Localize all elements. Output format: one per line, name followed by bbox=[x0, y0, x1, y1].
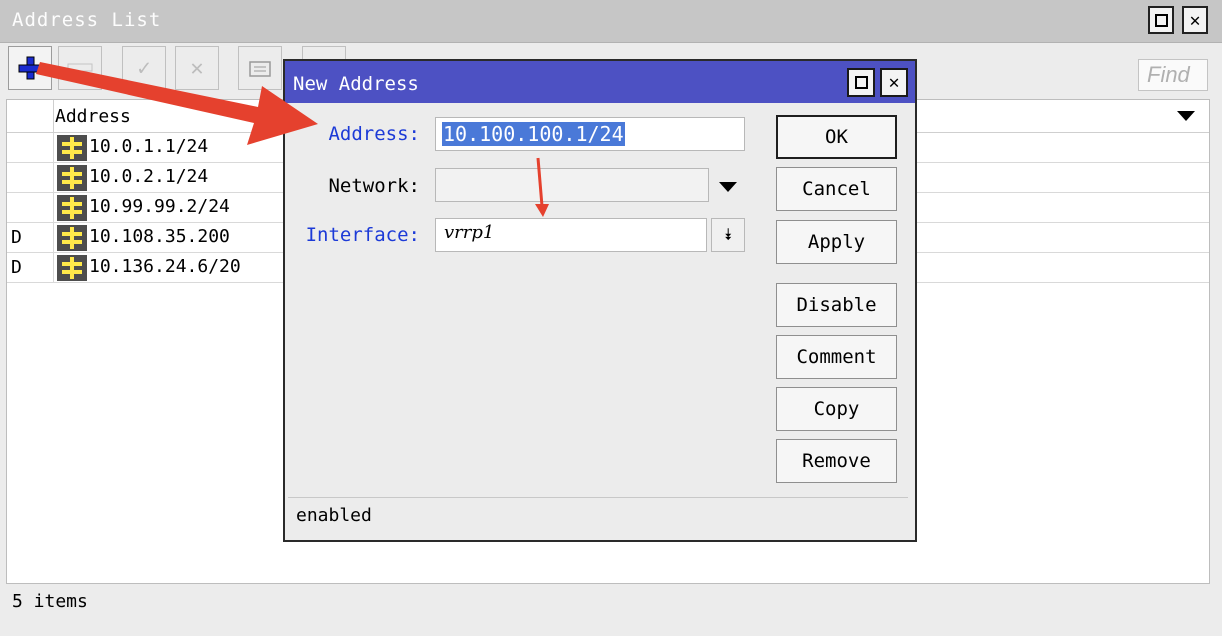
disable-button[interactable]: ✕ bbox=[175, 46, 219, 90]
remove-button[interactable] bbox=[58, 46, 102, 90]
add-button[interactable] bbox=[8, 46, 52, 90]
interface-value: vrrp1 bbox=[444, 222, 495, 243]
address-cell: 10.0.2.1/24 bbox=[89, 166, 209, 187]
column-separator bbox=[53, 193, 54, 222]
apply-button[interactable]: Apply bbox=[776, 220, 897, 264]
address-cell: 10.0.1.1/24 bbox=[89, 136, 209, 157]
row-flag: D bbox=[11, 257, 22, 278]
interface-dropdown-button[interactable]: ⯯ bbox=[711, 218, 745, 252]
address-column-header[interactable]: Address bbox=[55, 106, 131, 127]
flag-column-header[interactable] bbox=[7, 100, 54, 132]
dialog-status: enabled bbox=[296, 505, 372, 526]
ok-button[interactable]: OK bbox=[776, 115, 897, 159]
remove-button[interactable]: Remove bbox=[776, 439, 897, 483]
address-icon bbox=[57, 255, 87, 281]
comment-button[interactable]: Comment bbox=[776, 335, 897, 379]
window-title: Address List bbox=[12, 9, 162, 31]
network-dropdown-icon[interactable] bbox=[719, 182, 737, 192]
disable-button[interactable]: Disable bbox=[776, 283, 897, 327]
dialog-status-bar: enabled bbox=[288, 497, 908, 535]
arrow-down-bar-icon: ⯯ bbox=[723, 225, 733, 244]
dialog-maximize-button[interactable] bbox=[847, 68, 875, 97]
row-flag: D bbox=[11, 227, 22, 248]
address-value: 10.100.100.1/24 bbox=[442, 122, 625, 146]
maximize-icon bbox=[1154, 13, 1168, 27]
interface-label: Interface: bbox=[305, 224, 420, 246]
address-icon bbox=[57, 195, 87, 221]
address-icon bbox=[57, 165, 87, 191]
cancel-button[interactable]: Cancel bbox=[776, 167, 897, 211]
find-input[interactable]: Find bbox=[1138, 59, 1208, 91]
address-cell: 10.136.24.6/20 bbox=[89, 256, 241, 277]
close-icon: ✕ bbox=[888, 72, 900, 93]
column-separator bbox=[53, 253, 54, 282]
maximize-button[interactable] bbox=[1148, 6, 1174, 34]
plus-icon bbox=[18, 56, 42, 80]
copy-button[interactable]: Copy bbox=[776, 387, 897, 431]
dialog-close-button[interactable]: ✕ bbox=[880, 68, 908, 97]
dialog-title: New Address bbox=[293, 73, 419, 95]
new-address-dialog: New Address ✕ Address: 10.100.100.1/24 N… bbox=[283, 59, 917, 542]
column-separator bbox=[53, 223, 54, 252]
comment-button[interactable] bbox=[238, 46, 282, 90]
network-label: Network: bbox=[328, 175, 420, 197]
address-label: Address: bbox=[328, 123, 420, 145]
check-icon: ✓ bbox=[137, 55, 151, 81]
interface-select[interactable]: vrrp1 bbox=[435, 218, 707, 252]
network-input[interactable] bbox=[435, 168, 709, 202]
column-menu-icon[interactable] bbox=[1177, 111, 1195, 121]
column-separator bbox=[53, 163, 54, 192]
window-titlebar[interactable]: Address List ✕ bbox=[0, 0, 1222, 43]
maximize-icon bbox=[854, 76, 868, 89]
close-button[interactable]: ✕ bbox=[1182, 6, 1208, 34]
item-count: 5 items bbox=[12, 591, 88, 612]
column-separator bbox=[53, 133, 54, 162]
note-icon bbox=[249, 61, 271, 77]
minus-icon bbox=[67, 63, 93, 72]
address-cell: 10.99.99.2/24 bbox=[89, 196, 230, 217]
cross-icon: ✕ bbox=[190, 55, 204, 81]
address-icon bbox=[57, 225, 87, 251]
dialog-titlebar[interactable]: New Address ✕ bbox=[285, 61, 915, 103]
address-cell: 10.108.35.200 bbox=[89, 226, 230, 247]
close-icon: ✕ bbox=[1189, 9, 1201, 31]
address-input[interactable]: 10.100.100.1/24 bbox=[435, 117, 745, 151]
enable-button[interactable]: ✓ bbox=[122, 46, 166, 90]
address-icon bbox=[57, 135, 87, 161]
status-bar: 5 items bbox=[0, 586, 1222, 624]
